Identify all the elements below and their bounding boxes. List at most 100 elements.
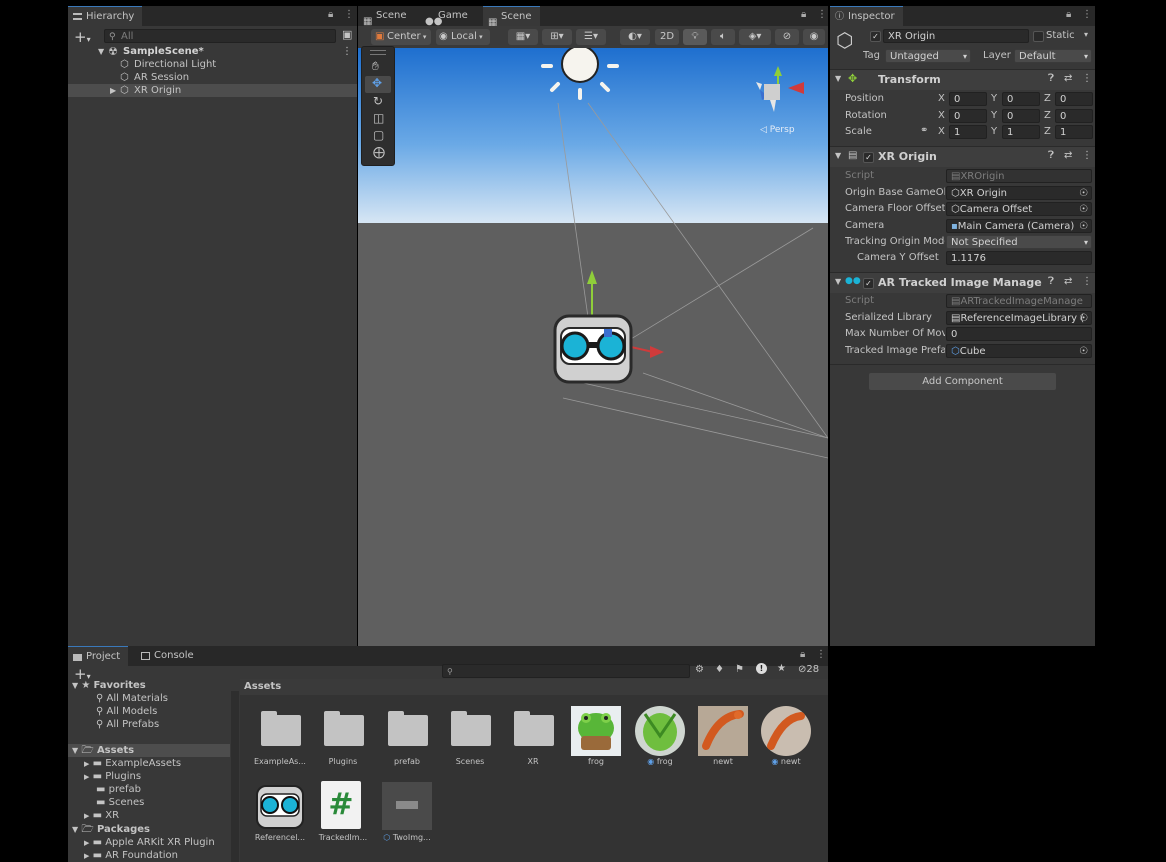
favorite-item[interactable]: ⚲ All Materials xyxy=(96,692,168,705)
more-menu-icon[interactable]: ⋮ xyxy=(817,9,827,20)
help-icon[interactable]: ❓︎ xyxy=(1048,150,1054,161)
serialized-library-field[interactable]: ▤ReferenceImageLibrary ( ☉ xyxy=(946,311,1092,325)
scale-z-field[interactable]: 1 xyxy=(1055,125,1093,139)
xr-headset-icon[interactable] xyxy=(553,314,633,384)
rotation-y-field[interactable]: 0 xyxy=(1002,109,1040,123)
layer-dropdown[interactable]: Default ▾ xyxy=(1014,49,1092,63)
hidden-packages-icon[interactable]: ⊘28 xyxy=(798,664,819,675)
scale-y-field[interactable]: 1 xyxy=(1002,125,1040,139)
scene-menu-icon[interactable]: ⋮ xyxy=(342,45,352,58)
favorite-item[interactable]: ⚲ All Models xyxy=(96,705,157,718)
camera-floor-offset-field[interactable]: ⬡Camera Offset ☉ xyxy=(946,202,1092,216)
more-menu-icon[interactable]: ⋮ xyxy=(1082,9,1092,20)
increment-snap-button[interactable]: ⊞▾ xyxy=(542,29,572,45)
package-item[interactable]: ▶ ▬ Apple ARKit XR Plugin xyxy=(84,836,215,849)
tab-hierarchy[interactable]: Hierarchy xyxy=(68,6,143,27)
asset-folder-item[interactable]: ▬ Scenes xyxy=(96,796,144,809)
ruler-button[interactable]: ☰▾ xyxy=(576,29,606,45)
transform-tool-button[interactable]: ⨁ xyxy=(365,145,391,162)
more-menu-icon[interactable]: ⋮ xyxy=(816,649,826,660)
log-filter-icon[interactable]: ! xyxy=(756,663,767,674)
preset-icon[interactable]: ⇄ xyxy=(1064,276,1072,287)
asset-folder-item[interactable]: ▶ ▬ XR xyxy=(84,809,119,822)
static-dropdown-arrow-icon[interactable]: ▾ xyxy=(1084,30,1088,39)
effects-dropdown[interactable]: ◈▾ xyxy=(739,29,771,45)
tracking-origin-mode-dropdown[interactable]: Not Specified ▾ xyxy=(946,235,1092,249)
rotation-x-field[interactable]: 0 xyxy=(949,109,987,123)
tab-scene-active[interactable]: ▦ Scene xyxy=(483,6,540,28)
static-checkbox[interactable] xyxy=(1033,31,1044,42)
packages-section[interactable]: ▼ 🗁︎ Packages xyxy=(72,823,150,836)
hierarchy-item[interactable]: ⬡ AR Session xyxy=(68,71,357,84)
tab-inspector[interactable]: ⓘ Inspector xyxy=(830,6,903,27)
scene-visibility-icon[interactable]: ▣ xyxy=(342,28,352,41)
object-picker-icon[interactable]: ☉ xyxy=(1079,187,1088,199)
tab-project[interactable]: Project xyxy=(68,646,129,667)
transform-header[interactable]: ▼ ✥ Transform ❓︎ ⇄ ⋮ xyxy=(830,69,1095,90)
camera-y-offset-field[interactable]: 1.1176 xyxy=(946,251,1092,265)
tab-scene[interactable]: ▦ Scene xyxy=(358,6,415,27)
tool-palette-grip[interactable] xyxy=(370,50,386,55)
object-picker-icon[interactable]: ☉ xyxy=(1079,312,1088,324)
tag-dropdown[interactable]: Untagged ▾ xyxy=(885,49,971,63)
xr-origin-header[interactable]: ▼ ▤ ✓ XR Origin ❓︎ ⇄ ⋮ xyxy=(830,146,1095,167)
component-menu-icon[interactable]: ⋮ xyxy=(1082,150,1092,161)
favorite-star-icon[interactable]: ★ xyxy=(777,663,786,674)
scene-row[interactable]: ▼ ☢ SampleScene* ⋮ xyxy=(68,45,357,58)
assets-folder-selected[interactable]: ▼ 🗁︎ Assets xyxy=(68,744,230,757)
favorites-section[interactable]: ▼ ★ Favorites xyxy=(72,679,146,692)
lock-icon[interactable]: 🔒︎ xyxy=(328,9,333,20)
more-menu-icon[interactable]: ⋮ xyxy=(344,9,354,20)
active-checkbox[interactable]: ✓ xyxy=(870,31,881,42)
camera-field[interactable]: ▪Main Camera (Camera) ☉ xyxy=(946,219,1092,233)
hidden-objects-toggle[interactable]: ⊘ xyxy=(775,29,799,45)
object-picker-icon[interactable]: ☉ xyxy=(1079,345,1088,357)
hierarchy-item[interactable]: ⬡ Directional Light xyxy=(68,58,357,71)
component-menu-icon[interactable]: ⋮ xyxy=(1082,73,1092,84)
tree-scrollbar[interactable] xyxy=(231,691,239,862)
rotation-z-field[interactable]: 0 xyxy=(1055,109,1093,123)
lock-icon[interactable]: 🔒︎ xyxy=(801,9,806,20)
scene-viewport[interactable]: ◁ Persp xyxy=(358,48,828,646)
tab-game[interactable]: ●● Game xyxy=(420,6,476,27)
preset-icon[interactable]: ⇄ xyxy=(1064,150,1072,161)
preset-icon[interactable]: ⇄ xyxy=(1064,73,1072,84)
object-name-field[interactable]: XR Origin xyxy=(883,29,1029,43)
search-by-label-icon[interactable]: ♦ xyxy=(715,664,724,675)
scale-tool-button[interactable]: ◫ xyxy=(365,111,391,128)
search-by-type-icon[interactable]: ⚙︎ xyxy=(695,664,704,675)
rect-tool-button[interactable]: ▢ xyxy=(365,128,391,145)
hierarchy-add-button[interactable]: +▾ xyxy=(74,28,91,46)
move-tool-button[interactable]: ✥ xyxy=(365,76,391,93)
audio-toggle[interactable]: 🔈︎ xyxy=(711,29,735,45)
lock-icon[interactable]: 🔒︎ xyxy=(800,649,805,660)
favorite-item[interactable]: ⚲ All Prefabs xyxy=(96,718,159,731)
scale-x-field[interactable]: 1 xyxy=(949,125,987,139)
shading-mode-button[interactable]: ◐▾ xyxy=(620,29,650,45)
lock-icon[interactable]: 🔒︎ xyxy=(1066,9,1071,20)
position-x-field[interactable]: 0 xyxy=(949,92,987,106)
help-icon[interactable]: ❓︎ xyxy=(1048,73,1054,84)
component-menu-icon[interactable]: ⋮ xyxy=(1082,276,1092,287)
component-enabled-checkbox[interactable]: ✓ xyxy=(863,278,874,289)
toggle-2d-button[interactable]: 2D xyxy=(655,29,679,45)
origin-base-field[interactable]: ⬡XR Origin ☉ xyxy=(946,186,1092,200)
object-picker-icon[interactable]: ☉ xyxy=(1079,220,1088,232)
asset-folder-item[interactable]: ▬ prefab xyxy=(96,783,141,796)
project-search-input[interactable]: ⚲ xyxy=(442,664,690,678)
asset-folder-item[interactable]: ▶ ▬ Plugins xyxy=(84,770,141,783)
breadcrumb-assets[interactable]: Assets xyxy=(244,681,281,692)
rotate-tool-button[interactable]: ↻ xyxy=(365,94,391,111)
pivot-dropdown[interactable]: ▣ Center ▾ xyxy=(371,29,431,45)
package-item[interactable]: ▶ ▬ AR Foundation xyxy=(84,849,178,862)
max-number-field[interactable]: 0 xyxy=(946,327,1092,341)
ar-tracked-image-manager-header[interactable]: ▼ ●● ✓ AR Tracked Image Manager (Sc ❓︎ ⇄… xyxy=(830,272,1095,293)
position-y-field[interactable]: 0 xyxy=(1002,92,1040,106)
add-component-button[interactable]: Add Component xyxy=(869,373,1056,390)
save-search-icon[interactable]: ⚑ xyxy=(735,664,744,675)
object-picker-icon[interactable]: ☉ xyxy=(1079,203,1088,215)
component-enabled-checkbox[interactable]: ✓ xyxy=(863,152,874,163)
lighting-toggle[interactable]: 💡︎ xyxy=(683,29,707,45)
hand-tool-button[interactable]: ✋︎ xyxy=(365,58,391,75)
help-icon[interactable]: ❓︎ xyxy=(1048,276,1054,287)
